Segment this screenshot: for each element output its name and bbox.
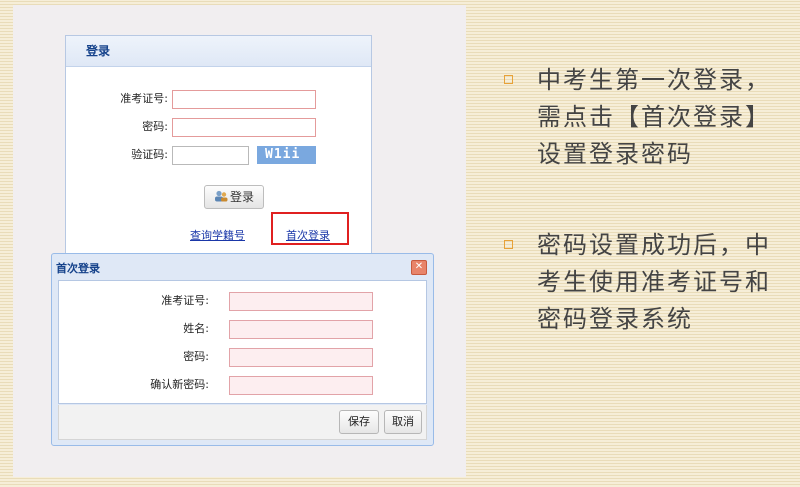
login-button[interactable]: 登录: [204, 185, 264, 209]
dialog-password-input[interactable]: [229, 348, 373, 367]
dialog-form: 准考证号: 姓名: 密码: 确认新密码:: [58, 280, 427, 404]
captcha-image[interactable]: W1ii: [257, 146, 316, 164]
first-login-highlight: [271, 212, 349, 245]
save-button[interactable]: 保存: [339, 410, 379, 434]
dialog-ticket-label: 准考证号:: [161, 294, 209, 307]
dialog-footer: 保存 取消: [58, 405, 427, 440]
square-bullet-icon: [504, 240, 513, 249]
instruction-text: 密码设置成功后，中 考生使用准考证号和 密码登录系统: [537, 231, 771, 333]
query-student-id-link[interactable]: 查询学籍号: [190, 227, 245, 243]
dialog-name-label: 姓名:: [183, 322, 209, 335]
instruction-text: 中考生第一次登录， 需点击【首次登录】 设置登录密码: [537, 66, 771, 168]
password-input[interactable]: [172, 118, 316, 137]
close-icon[interactable]: ✕: [411, 260, 427, 275]
screenshot-panel: 登录 准考证号: 密码: 验证码: W1ii 登录 查询学籍号 首次登录 首次登…: [13, 5, 466, 477]
captcha-input[interactable]: [172, 146, 249, 165]
captcha-label: 验证码:: [131, 148, 168, 161]
login-button-label: 登录: [229, 190, 254, 204]
dialog-confirm-input[interactable]: [229, 376, 373, 395]
dialog-ticket-input[interactable]: [229, 292, 373, 311]
password-label: 密码:: [142, 120, 168, 133]
dialog-password-label: 密码:: [183, 350, 209, 363]
dialog-title: 首次登录: [56, 262, 100, 275]
first-login-dialog: 首次登录 ✕ 准考证号: 姓名: 密码: 确认新密码: 保存 取消: [51, 253, 434, 446]
login-panel-title: 登录: [66, 36, 371, 67]
user-group-icon: [214, 187, 228, 202]
cancel-button[interactable]: 取消: [384, 410, 422, 434]
ticket-number-label: 准考证号:: [120, 92, 168, 105]
ticket-number-input[interactable]: [172, 90, 316, 109]
dialog-name-input[interactable]: [229, 320, 373, 339]
dialog-confirm-label: 确认新密码:: [150, 378, 209, 391]
square-bullet-icon: [504, 75, 513, 84]
